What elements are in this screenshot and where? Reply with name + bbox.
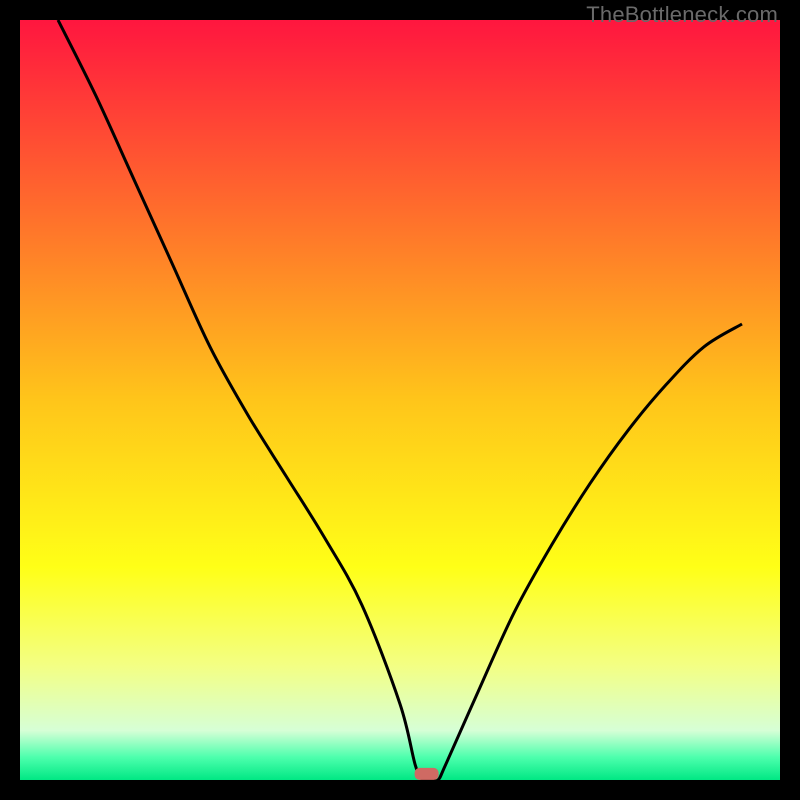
watermark-text: TheBottleneck.com <box>586 2 778 28</box>
gradient-background <box>20 20 780 780</box>
optimal-marker <box>415 768 439 780</box>
bottleneck-chart <box>20 20 780 780</box>
chart-frame <box>20 20 780 780</box>
